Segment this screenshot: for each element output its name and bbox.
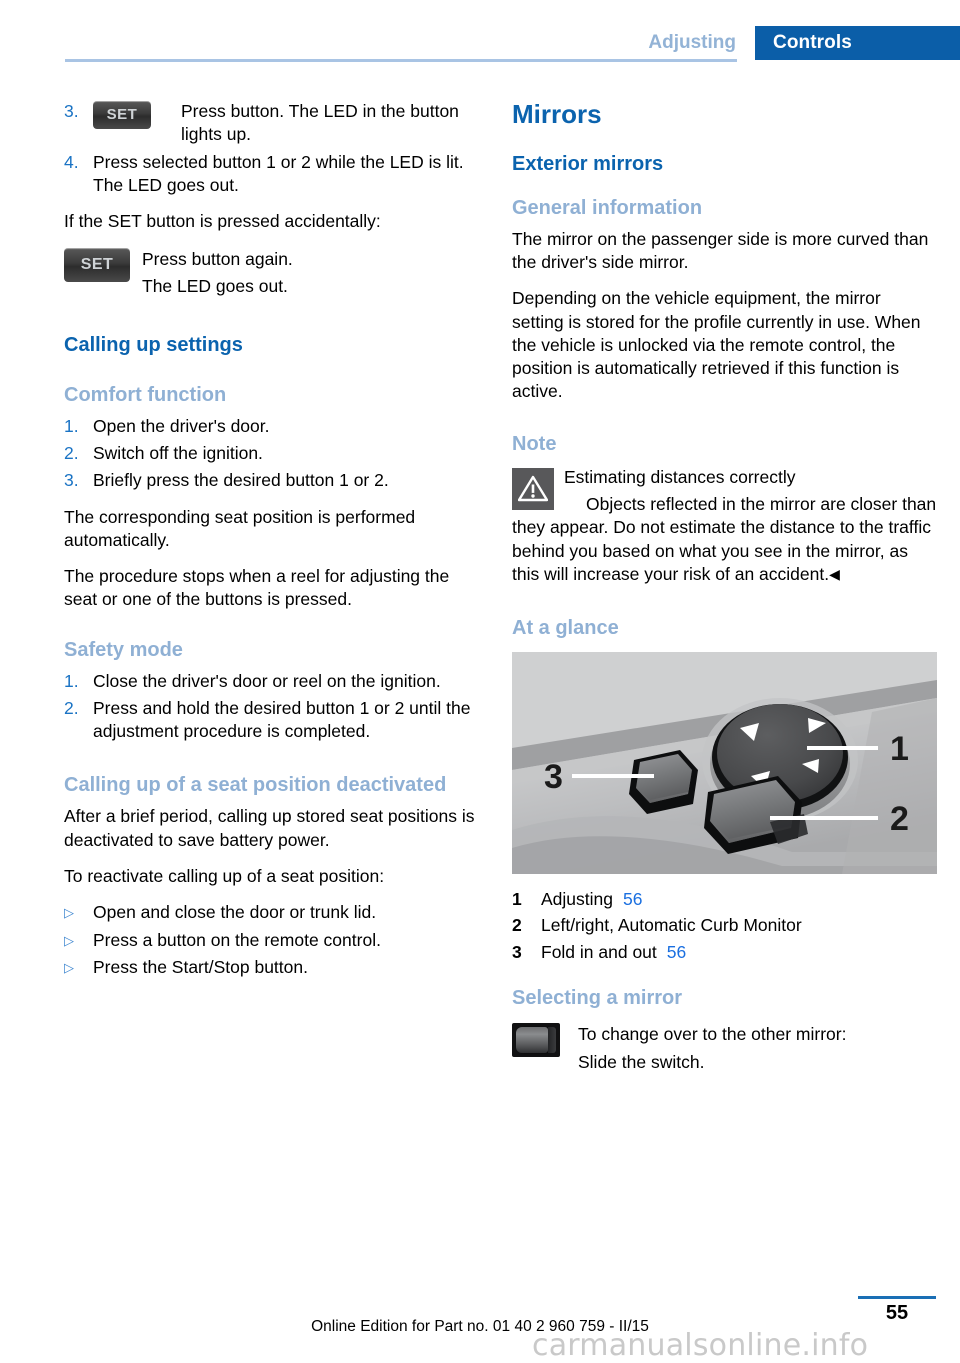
header-section-tab: Controls bbox=[755, 26, 960, 60]
heading-note: Note bbox=[512, 432, 557, 455]
triangle-bullet-icon: ▷ bbox=[64, 905, 74, 921]
legend-text: Adjusting bbox=[541, 889, 613, 910]
edition-text: Online Edition for Part no. 01 40 2 960 … bbox=[311, 1318, 649, 1335]
note-body: Estimating distances correctly Objects r… bbox=[512, 466, 937, 586]
comfort-paragraph-2: The procedure stops when a reel for adju… bbox=[64, 566, 450, 610]
note-end-marker: ◀ bbox=[829, 565, 840, 582]
deactivated-paragraph-2: To reactivate calling up of a seat posit… bbox=[64, 866, 385, 887]
legend-text: Left/right, Automatic Curb Monitor bbox=[541, 915, 802, 936]
list-item: 4. Press selected button 1 or 2 while th… bbox=[64, 151, 476, 198]
list-item: 2. Switch off the ignition. bbox=[64, 442, 476, 465]
figure-legend: 1 Adjusting 56 2 Left/right, Automatic Cu… bbox=[512, 888, 937, 964]
manual-page: Adjusting Controls 3. SET Press button. … bbox=[0, 0, 960, 1363]
step-text: Close the driver's door or reel on the i… bbox=[93, 670, 441, 691]
accidental-press-block: SET Press button again. The LED goes out… bbox=[64, 246, 476, 299]
step-text: Switch off the ignition. bbox=[93, 443, 263, 464]
header-rule bbox=[65, 59, 737, 62]
accidental-press-intro: If the SET button is pressed accidentall… bbox=[64, 211, 381, 232]
step-text: Press button. The LED in the button ligh… bbox=[181, 101, 459, 145]
note-text: Objects reflected in the mirror are clos… bbox=[512, 494, 937, 584]
set-button[interactable]: SET bbox=[64, 248, 130, 283]
accidental-press-line-1: Press button again. bbox=[142, 249, 293, 270]
step-number: 2. bbox=[64, 443, 79, 464]
list-item: 3. SET Press button. The LED in the butt… bbox=[64, 100, 476, 147]
bullet-text: Press a button on the remote control. bbox=[93, 929, 381, 950]
triangle-bullet-icon: ▷ bbox=[64, 959, 74, 975]
legend-number: 2 bbox=[512, 915, 522, 936]
svg-text:1: 1 bbox=[890, 730, 909, 768]
list-item: ▷ Press the Start/Stop button. bbox=[64, 956, 476, 979]
legend-text-wrap: Fold in and out 56 bbox=[541, 941, 937, 964]
step-number: 1. bbox=[64, 670, 79, 691]
right-column: Mirrors Exterior mirrors General informa… bbox=[512, 99, 937, 1077]
page-number-rule bbox=[858, 1296, 936, 1299]
step-number: 4. bbox=[64, 151, 79, 172]
bullet-text: Open and close the door or trunk lid. bbox=[93, 902, 377, 923]
list-item: 1. Open the driver's door. bbox=[64, 415, 476, 438]
bullet-text: Press the Start/Stop button. bbox=[93, 956, 308, 977]
step-number: 1. bbox=[64, 415, 79, 436]
rocker-switch-body bbox=[516, 1026, 548, 1053]
page-header: Adjusting Controls bbox=[0, 0, 960, 62]
safety-mode-steps: 1. Close the driver's door or reel on th… bbox=[64, 670, 476, 744]
set-button-wrap: SET bbox=[64, 246, 142, 283]
list-item: 3 Fold in and out 56 bbox=[512, 941, 937, 964]
list-item: 1 Adjusting 56 bbox=[512, 888, 937, 911]
set-button-wrap: SET bbox=[93, 100, 181, 129]
general-info-paragraph-1: The mirror on the passenger side is more… bbox=[512, 228, 929, 273]
list-item: 3. Briefly press the desired button 1 or… bbox=[64, 469, 476, 492]
comfort-paragraph-1: The corresponding seat position is perfo… bbox=[64, 506, 416, 550]
selecting-mirror-line-2: Slide the switch. bbox=[578, 1052, 705, 1073]
comfort-function-steps: 1. Open the driver's door. 2. Switch off… bbox=[64, 415, 476, 493]
heading-at-a-glance: At a glance bbox=[512, 617, 619, 640]
step-text: Briefly press the desired button 1 or 2. bbox=[93, 470, 389, 491]
deactivated-paragraph-1: After a brief period, calling up stored … bbox=[64, 806, 475, 850]
step-number: 3. bbox=[64, 470, 79, 491]
heading-exterior-mirrors: Exterior mirrors bbox=[512, 152, 664, 175]
rocker-switch-icon[interactable] bbox=[512, 1022, 560, 1057]
heading-selecting-a-mirror: Selecting a mirror bbox=[512, 986, 683, 1009]
steps-continued-list: 3. SET Press button. The LED in the butt… bbox=[64, 100, 476, 197]
list-item: 2 Left/right, Automatic Curb Monitor bbox=[512, 914, 937, 937]
selecting-mirror-lines: To change over to the other mirror: Slid… bbox=[578, 1020, 937, 1077]
svg-text:3: 3 bbox=[544, 758, 563, 796]
header-chapter-label: Adjusting bbox=[648, 32, 736, 53]
general-info-paragraph-2: Depending on the vehicle equipment, the … bbox=[512, 288, 921, 402]
selecting-mirror-block: To change over to the other mirror: Slid… bbox=[512, 1020, 937, 1077]
step-text: Open the driver's door. bbox=[93, 415, 270, 436]
svg-text:2: 2 bbox=[890, 800, 909, 838]
triangle-bullet-icon: ▷ bbox=[64, 932, 74, 948]
legend-number: 3 bbox=[512, 941, 522, 962]
warning-triangle-icon bbox=[512, 467, 554, 510]
set-button[interactable]: SET bbox=[93, 101, 151, 129]
list-item: 1. Close the driver's door or reel on th… bbox=[64, 670, 476, 693]
left-column: 3. SET Press button. The LED in the butt… bbox=[64, 100, 476, 992]
heading-comfort-function: Comfort function bbox=[64, 383, 227, 406]
list-item: 2. Press and hold the desired button 1 o… bbox=[64, 697, 476, 744]
list-item: ▷ Open and close the door or trunk lid. bbox=[64, 901, 476, 924]
heading-calling-up-settings: Calling up settings bbox=[64, 333, 243, 356]
mirror-control-figure: 1 2 3 bbox=[512, 652, 937, 875]
heading-calling-up-deactivated: Calling up of a seat position deactivate… bbox=[64, 774, 447, 797]
heading-general-information: General information bbox=[512, 196, 703, 219]
legend-text-wrap: Left/right, Automatic Curb Monitor bbox=[541, 914, 937, 937]
selecting-mirror-line-1: To change over to the other mirror: bbox=[578, 1023, 847, 1044]
page-title: Mirrors bbox=[512, 99, 602, 129]
page-reference[interactable]: 56 bbox=[667, 942, 686, 962]
step-number: 3. bbox=[64, 101, 79, 121]
step-text: Press selected button 1 or 2 while the L… bbox=[93, 151, 464, 195]
step-text: Press and hold the desired button 1 or 2… bbox=[93, 697, 471, 742]
legend-text-wrap: Adjusting 56 bbox=[541, 888, 937, 911]
reactivate-bullet-list: ▷ Open and close the door or trunk lid. … bbox=[64, 901, 476, 979]
page-reference[interactable]: 56 bbox=[623, 889, 642, 909]
accidental-press-line-2: The LED goes out. bbox=[142, 275, 288, 296]
legend-text: Fold in and out bbox=[541, 941, 657, 962]
rocker-switch-shade bbox=[548, 1026, 556, 1053]
accidental-press-lines: Press button again. The LED goes out. bbox=[142, 246, 476, 299]
step-number: 2. bbox=[64, 697, 79, 718]
heading-safety-mode: Safety mode bbox=[64, 638, 183, 661]
list-item: ▷ Press a button on the remote control. bbox=[64, 929, 476, 952]
note-title: Estimating distances correctly bbox=[564, 466, 796, 487]
legend-number: 1 bbox=[512, 889, 522, 910]
